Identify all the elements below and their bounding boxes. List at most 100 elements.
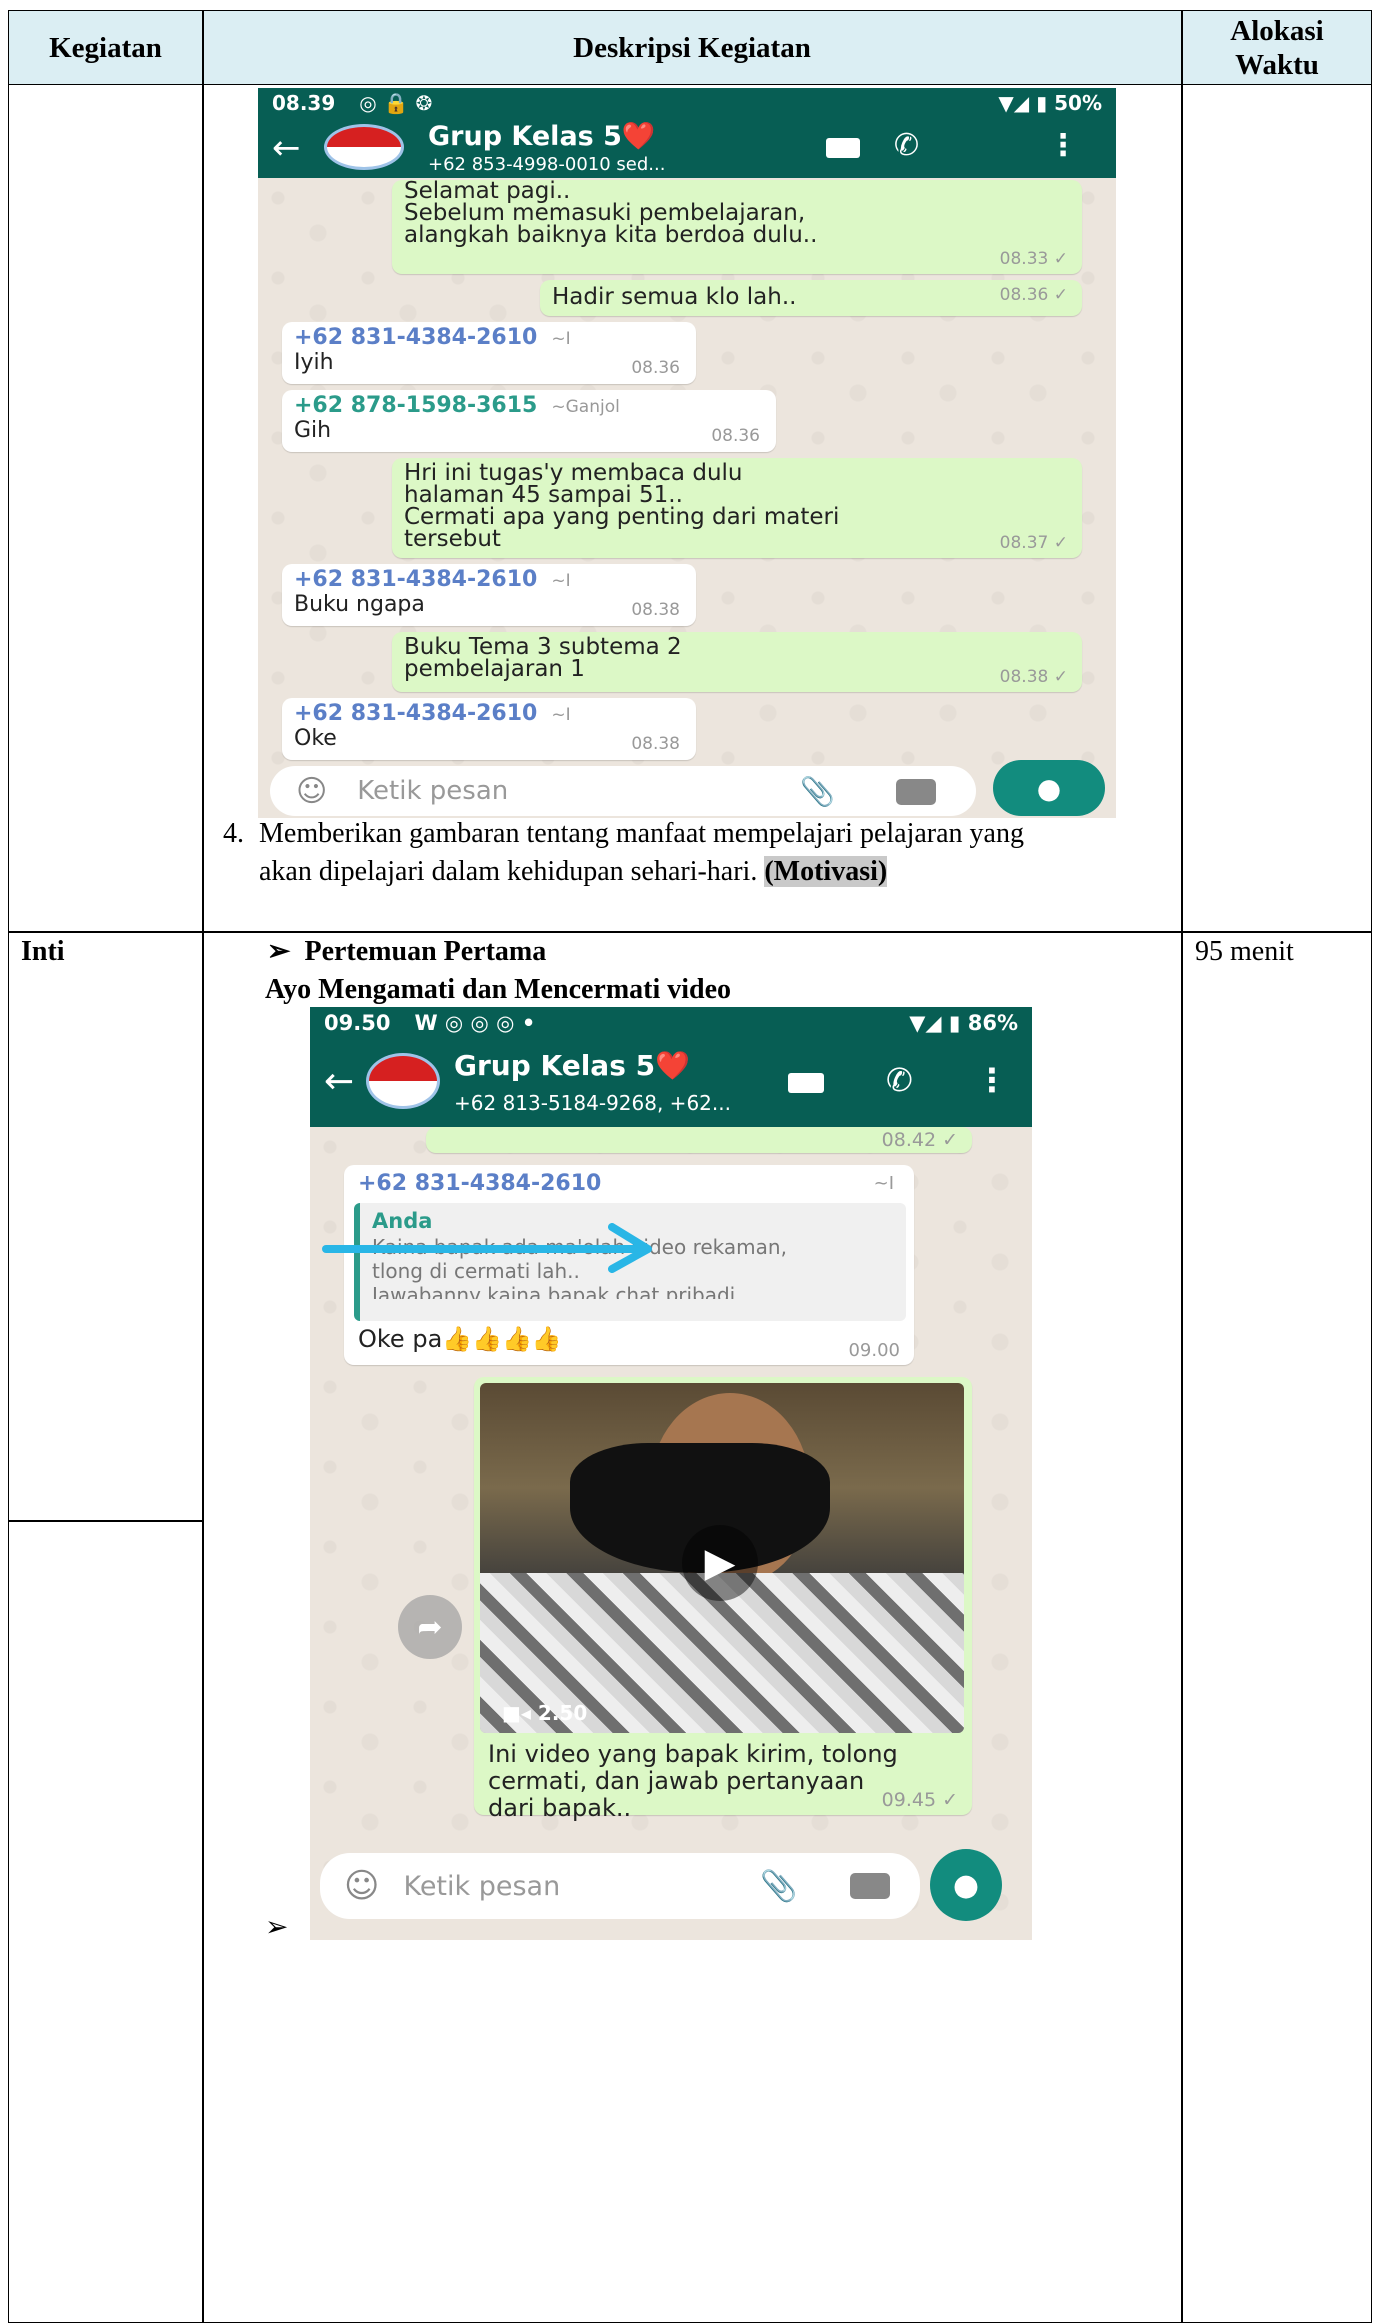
sender-alias: ~I [551,571,571,591]
column-divider [1181,11,1183,2322]
attach-icon[interactable]: 📎 [760,1869,797,1904]
message-line: Hadir semua klo lah.. [552,284,797,310]
previous-message[interactable]: 08.42 ✓ [426,1127,972,1153]
sender-number: +62 831-4384-2610 [294,701,538,726]
group-avatar[interactable] [366,1053,440,1109]
message-time: 08.38 [631,600,680,620]
meeting-title: Pertemuan Pertama [304,936,547,967]
item-4-line2: akan dipelajari dalam kehidupan sehari-h… [259,856,758,887]
message-time: 08.36 ✓ [999,285,1068,305]
group-name[interactable]: Grup Kelas 5❤️ [428,120,656,152]
caption-line: cermati, dan jawab pertanyaan [488,1767,865,1795]
forward-icon[interactable]: ➦ [398,1595,462,1659]
message-out[interactable]: Buku Tema 3 subtema 2 pembelajaran 1 08.… [392,632,1082,692]
message-time: 08.38 [631,734,680,754]
group-subtitle: +62 813-5184-9268, +62... [454,1091,731,1115]
reply-text: Oke pa👍👍👍👍 [358,1325,562,1353]
video-thumbnail[interactable]: ▶ ■◂ 2.50 [480,1383,964,1733]
video-duration: ■◂ 2.50 [502,1701,587,1725]
status-right: ▼◢ ▮ 86% [909,1011,1018,1035]
video-call-icon[interactable] [788,1073,824,1093]
mic-icon[interactable]: ● [930,1849,1002,1921]
voice-call-icon[interactable]: ✆ [894,128,919,163]
message-line: Selamat pagi.. [404,178,571,204]
sender-number: +62 831-4384-2610 [358,1171,602,1196]
message-line: Cermati apa yang penting dari materi [404,504,840,530]
sender-alias: ~Ganjol [551,397,620,417]
attach-icon[interactable]: 📎 [800,775,835,808]
sender-number: +62 878-1598-3615 [294,393,538,418]
caption-line: Ini video yang bapak kirim, tolong [488,1740,898,1768]
message-line: Buku Tema 3 subtema 2 [404,634,682,660]
message-line: alangkah baiknya kita berdoa dulu.. [404,222,818,248]
status-time: 08.39 [272,91,336,115]
back-arrow-icon[interactable]: ← [324,1061,354,1102]
camera-icon[interactable] [896,779,936,805]
message-out[interactable]: Selamat pagi.. Sebelum memasuki pembelaj… [392,180,1082,274]
item-4-number: 4. [223,818,244,849]
meeting-heading: ➢ Pertemuan Pertama [267,933,546,971]
voice-call-icon[interactable]: ✆ [886,1061,913,1099]
header-kegiatan: Kegiatan [49,32,162,64]
status-time: 09.50 [324,1011,391,1035]
message-line: halaman 45 sampai 51.. [404,482,683,508]
message-out[interactable]: Hadir semua klo lah.. 08.36 ✓ [540,280,1082,316]
message-input[interactable]: ☺ Ketik pesan 📎 [270,766,976,816]
sender-number: +62 831-4384-2610 [294,567,538,592]
item-4-line1: Memberikan gambaran tentang manfaat memp… [259,818,1024,849]
header-alokasi-waktu: Alokasi Waktu [1230,15,1324,81]
battery-level: 86% [967,1011,1018,1035]
trailing-bullet: ➢ [265,1912,289,1943]
whatsapp-screenshot-1: 08.39 ◎ 🔒 ❂ ▼◢ ▮ 50% ← Grup Kelas 5❤️ +6… [258,88,1116,818]
message-line: Gih [294,418,332,443]
more-options-icon[interactable]: ⋮ [976,1061,1008,1099]
more-options-icon[interactable]: ⋮ [1048,128,1078,163]
motivasi-tag: (Motivasi) [764,856,888,887]
chat-app-bar: ← Grup Kelas 5❤️ +62 853-4998-0010 sed..… [258,118,1116,178]
message-input[interactable]: ☺ Ketik pesan 📎 [320,1853,920,1919]
cell-divider [9,1520,203,1522]
video-call-icon[interactable] [826,138,860,158]
sender-alias: ~I [551,705,571,725]
message-time: 08.38 ✓ [999,667,1068,687]
message-in[interactable]: +62 831-4384-2610 ~I Oke 08.38 [282,698,696,760]
caption-line: dari bapak.. [488,1794,632,1822]
group-avatar[interactable] [324,124,404,170]
camera-icon[interactable] [850,1873,890,1899]
group-subtitle: +62 853-4998-0010 sed... [428,154,666,175]
group-name[interactable]: Grup Kelas 5❤️ [454,1049,690,1082]
message-line: pembelajaran 1 [404,656,585,682]
input-placeholder: Ketik pesan [357,776,509,806]
message-time: 08.37 ✓ [999,533,1068,553]
emoji-icon[interactable]: ☺ [344,1866,379,1906]
message-time: 09.00 [848,1340,900,1361]
bullet-arrow: ➢ [267,936,291,967]
sender-number: +62 831-4384-2610 [294,325,538,350]
input-placeholder: Ketik pesan [403,1870,561,1902]
chat-area: Selamat pagi.. Sebelum memasuki pembelaj… [258,178,1116,818]
mic-icon[interactable]: ● [993,760,1105,816]
item-4-description: Memberikan gambaran tentang manfaat memp… [259,815,1159,891]
subheading: Ayo Mengamati dan Mencermati video [265,974,732,1005]
message-time: 08.33 ✓ [999,249,1068,269]
video-caption: Ini video yang bapak kirim, tolong cerma… [488,1741,898,1822]
quoted-line: Jawabanny kaina bapak chat pribadi.. [372,1283,748,1299]
row-divider [9,931,1371,933]
whatsapp-screenshot-2: 09.50 W ◎ ◎ ◎ • ▼◢ ▮ 86% ← Grup Kelas 5❤… [310,1007,1032,1940]
status-bar: 08.39 ◎ 🔒 ❂ ▼◢ ▮ 50% [258,88,1116,118]
status-icons: ◎ 🔒 ❂ [359,91,433,115]
message-in[interactable]: +62 878-1598-3615 ~Ganjol Gih 08.36 [282,390,776,452]
kegiatan-inti: Inti [21,936,65,967]
column-divider [202,11,204,2322]
arrow-annotation [322,1223,652,1273]
message-out[interactable]: Hri ini tugas'y membaca dulu halaman 45 … [392,458,1082,558]
message-in[interactable]: +62 831-4384-2610 ~I Buku ngapa 08.38 [282,564,696,626]
duration-text: 2.50 [537,1701,588,1725]
waktu-95-menit: 95 menit [1195,936,1294,967]
header-deskripsi: Deskripsi Kegiatan [573,32,811,64]
back-arrow-icon[interactable]: ← [272,128,301,168]
play-icon[interactable]: ▶ [682,1525,758,1601]
message-in[interactable]: +62 831-4384-2610 ~I Iyih 08.36 [282,322,696,384]
video-message[interactable]: ▶ ■◂ 2.50 Ini video yang bapak kirim, to… [474,1377,972,1822]
emoji-icon[interactable]: ☺ [296,774,327,809]
